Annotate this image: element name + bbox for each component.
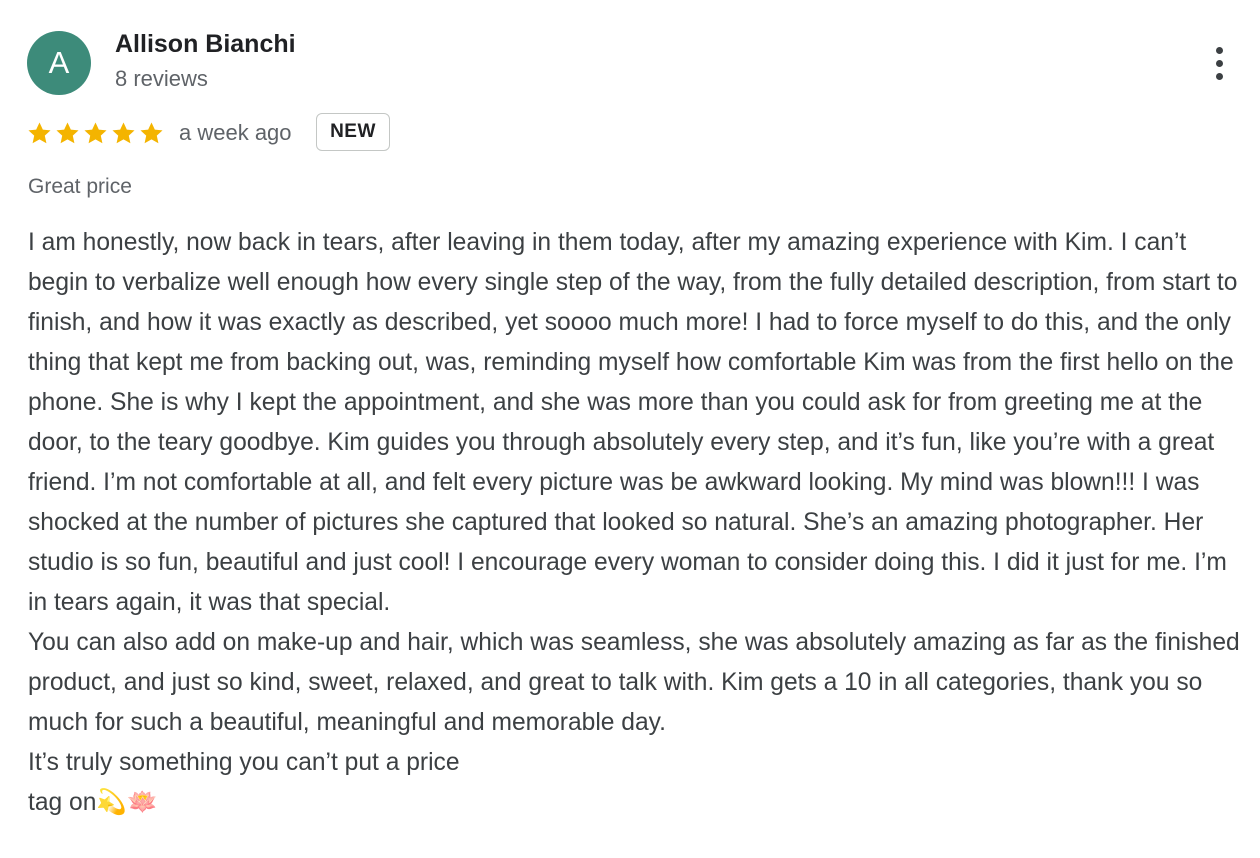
new-badge: NEW — [316, 113, 390, 151]
review-paragraph: tag on💫🪷 — [28, 789, 158, 816]
review-text: I am honestly, now back in tears, after … — [28, 223, 1252, 823]
reviewer-review-count[interactable]: 8 reviews — [115, 66, 208, 92]
more-vertical-icon — [1215, 46, 1223, 80]
star-icon — [28, 121, 51, 143]
star-icon — [112, 121, 135, 143]
reviewer-name[interactable]: Allison Bianchi — [115, 30, 296, 59]
avatar[interactable]: A — [27, 31, 91, 95]
star-rating — [26, 117, 165, 149]
review-tag: Great price — [28, 175, 132, 198]
star-icon — [84, 121, 107, 143]
review-paragraph: It’s truly something you can’t put a pri… — [28, 749, 460, 776]
star-icon — [56, 121, 79, 143]
star-icon — [140, 121, 163, 143]
more-options-button[interactable] — [1200, 40, 1238, 86]
review-date: a week ago — [179, 120, 292, 145]
avatar-letter: A — [48, 45, 70, 80]
review-paragraph: You can also add on make-up and hair, wh… — [28, 629, 1240, 736]
review-paragraph: I am honestly, now back in tears, after … — [28, 229, 1238, 616]
